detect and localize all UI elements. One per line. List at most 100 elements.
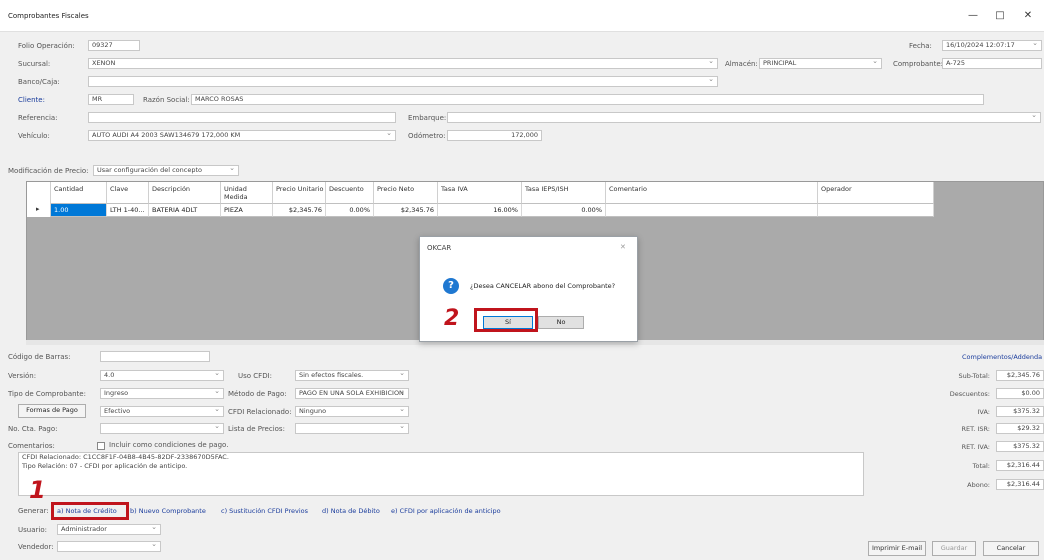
- comments-textarea[interactable]: CFDI Relacionado: C1CC8F1F-04B8-4B45-82D…: [18, 452, 864, 496]
- fecha-field[interactable]: 16/10/2024 12:07:17: [942, 40, 1042, 51]
- ctapago-select[interactable]: [100, 423, 224, 434]
- version-select[interactable]: 4.0: [100, 370, 224, 381]
- complementos-link[interactable]: Complementos/Addenda: [962, 352, 1042, 362]
- metodo-select[interactable]: PAGO EN UNA SOLA EXHIBICION: [295, 388, 409, 399]
- retiva-label: RET. IVA:: [961, 443, 990, 451]
- odometro-field[interactable]: 172,000: [447, 130, 542, 141]
- grid-header-10[interactable]: Operador: [818, 182, 934, 204]
- retiva-value: $375.32: [996, 441, 1044, 452]
- total-value: $2,316.44: [996, 460, 1044, 471]
- comprobantes-window: Comprobantes Fiscales — □ ✕ Folio Operac…: [0, 0, 1044, 560]
- grid-cell-10[interactable]: [818, 204, 934, 217]
- usuario-label: Usuario:: [18, 526, 47, 534]
- cancelar-button[interactable]: Cancelar: [983, 541, 1039, 556]
- uso-select[interactable]: Sin efectos fiscales.: [295, 370, 409, 381]
- iva-label: IVA:: [977, 408, 990, 416]
- tipo-label: Tipo de Comprobante:: [8, 390, 86, 398]
- barras-field[interactable]: [100, 351, 210, 362]
- cfdirel-select[interactable]: Ninguno: [295, 406, 409, 417]
- grid-header-3[interactable]: Unidad Medida: [221, 182, 273, 204]
- grid-cell-8[interactable]: 0.00%: [522, 204, 606, 217]
- formas-pago-button[interactable]: Formas de Pago: [18, 404, 86, 418]
- grid-cell-0[interactable]: 1.00: [51, 204, 107, 217]
- grid-cell-3[interactable]: PIEZA: [221, 204, 273, 217]
- grid-header-6[interactable]: Precio Neto: [374, 182, 438, 204]
- referencia-field[interactable]: [88, 112, 396, 123]
- version-label: Versión:: [8, 372, 37, 380]
- step-2-marker: 2: [444, 306, 460, 331]
- grid-cell-4[interactable]: $2,345.76: [273, 204, 326, 217]
- cliente-label[interactable]: Cliente:: [18, 95, 45, 105]
- lista-select[interactable]: [295, 423, 409, 434]
- cliente-field[interactable]: MR: [88, 94, 134, 105]
- grid-cell-7[interactable]: 16.00%: [438, 204, 522, 217]
- embarque-select[interactable]: [447, 112, 1041, 123]
- fecha-label: Fecha:: [909, 42, 932, 50]
- nuevo-comprobante-link[interactable]: b) Nuevo Comprobante: [130, 507, 206, 515]
- grid-header-2[interactable]: Descripción: [149, 182, 221, 204]
- grid-header-0[interactable]: Cantidad: [51, 182, 107, 204]
- guardar-button[interactable]: Guardar: [932, 541, 976, 556]
- almacen-label: Almacén:: [725, 60, 758, 68]
- sucursal-select[interactable]: XENON: [88, 58, 718, 69]
- ctapago-label: No. Cta. Pago:: [8, 425, 58, 433]
- comment-line-2: Tipo Relación: 07 - CFDI por aplicación …: [22, 462, 188, 470]
- nota-debito-link[interactable]: d) Nota de Débito: [322, 507, 380, 515]
- abono-value: $2,316.44: [996, 479, 1044, 490]
- dialog-message: ¿Desea CANCELAR abono del Comprobante?: [470, 282, 616, 290]
- metodo-label: Método de Pago:: [228, 390, 287, 398]
- razon-field[interactable]: MARCO ROSAS: [191, 94, 984, 105]
- comentarios-label: Comentarios:: [8, 442, 55, 450]
- no-button[interactable]: No: [538, 316, 584, 329]
- dialog-close-icon[interactable]: ✕: [620, 242, 626, 252]
- vehiculo-label: Vehículo:: [18, 132, 50, 140]
- subtotal-label: Sub-Total:: [958, 372, 991, 380]
- grid-header-4[interactable]: Precio Unitario: [273, 182, 326, 204]
- uso-label: Uso CFDI:: [238, 372, 273, 380]
- mod-precio-select[interactable]: Usar configuración del concepto: [93, 165, 239, 176]
- row-header: ▸: [27, 182, 51, 217]
- almacen-select[interactable]: PRINCIPAL: [759, 58, 882, 69]
- odometro-label: Odómetro:: [408, 132, 446, 140]
- highlight-nota-credito-box: [51, 502, 129, 520]
- dialog-title: OKCAR: [427, 244, 452, 252]
- razon-label: Razón Social:: [143, 96, 190, 104]
- cfdirel-label: CFDI Relacionado:: [228, 408, 292, 416]
- comprobante-field[interactable]: A-725: [942, 58, 1042, 69]
- maximize-button[interactable]: □: [993, 9, 1007, 23]
- vendedor-label: Vendedor:: [18, 543, 54, 551]
- close-button[interactable]: ✕: [1021, 9, 1035, 23]
- tipo-select[interactable]: Ingreso: [100, 388, 224, 399]
- incluir-label: Incluir como condiciones de pago.: [109, 441, 229, 449]
- question-icon: ?: [443, 278, 459, 294]
- folio-field[interactable]: 09327: [88, 40, 140, 51]
- grid-header-7[interactable]: Tasa IVA: [438, 182, 522, 204]
- abono-label: Abono:: [967, 481, 990, 489]
- row-marker-icon: ▸: [36, 205, 40, 213]
- formas-select[interactable]: Efectivo: [100, 406, 224, 417]
- imprimir-email-button[interactable]: Imprimir E-mail: [868, 541, 926, 556]
- incluir-checkbox[interactable]: [97, 442, 105, 450]
- grid-cell-2[interactable]: BATERIA 4DLT: [149, 204, 221, 217]
- vehiculo-select[interactable]: AUTO AUDI A4 2003 SAW134679 172,000 KM: [88, 130, 396, 141]
- sustitucion-link[interactable]: c) Sustitución CFDI Previos: [221, 507, 308, 515]
- descuentos-value: $0.00: [996, 388, 1044, 399]
- descuentos-label: Descuentos:: [949, 390, 990, 398]
- banco-label: Banco/Caja:: [18, 78, 60, 86]
- grid-cell-1[interactable]: LTH 1-40...: [107, 204, 149, 217]
- title-bar: Comprobantes Fiscales — □ ✕: [0, 0, 1044, 32]
- retisr-value: $29.32: [996, 423, 1044, 434]
- grid-header-9[interactable]: Comentario: [606, 182, 818, 204]
- grid-header-1[interactable]: Clave: [107, 182, 149, 204]
- grid-cell-6[interactable]: $2,345.76: [374, 204, 438, 217]
- minimize-button[interactable]: —: [966, 9, 980, 23]
- grid-cell-9[interactable]: [606, 204, 818, 217]
- comment-line-1: CFDI Relacionado: C1CC8F1F-04B8-4B45-82D…: [22, 453, 229, 461]
- grid-cell-5[interactable]: 0.00%: [326, 204, 374, 217]
- vendedor-select[interactable]: [57, 541, 161, 552]
- cfdi-anticipo-link[interactable]: e) CFDI por aplicación de anticipo: [391, 507, 501, 515]
- grid-header-8[interactable]: Tasa IEPS/ISH: [522, 182, 606, 204]
- banco-select[interactable]: [88, 76, 718, 87]
- grid-header-5[interactable]: Descuento: [326, 182, 374, 204]
- usuario-select[interactable]: Administrador: [57, 524, 161, 535]
